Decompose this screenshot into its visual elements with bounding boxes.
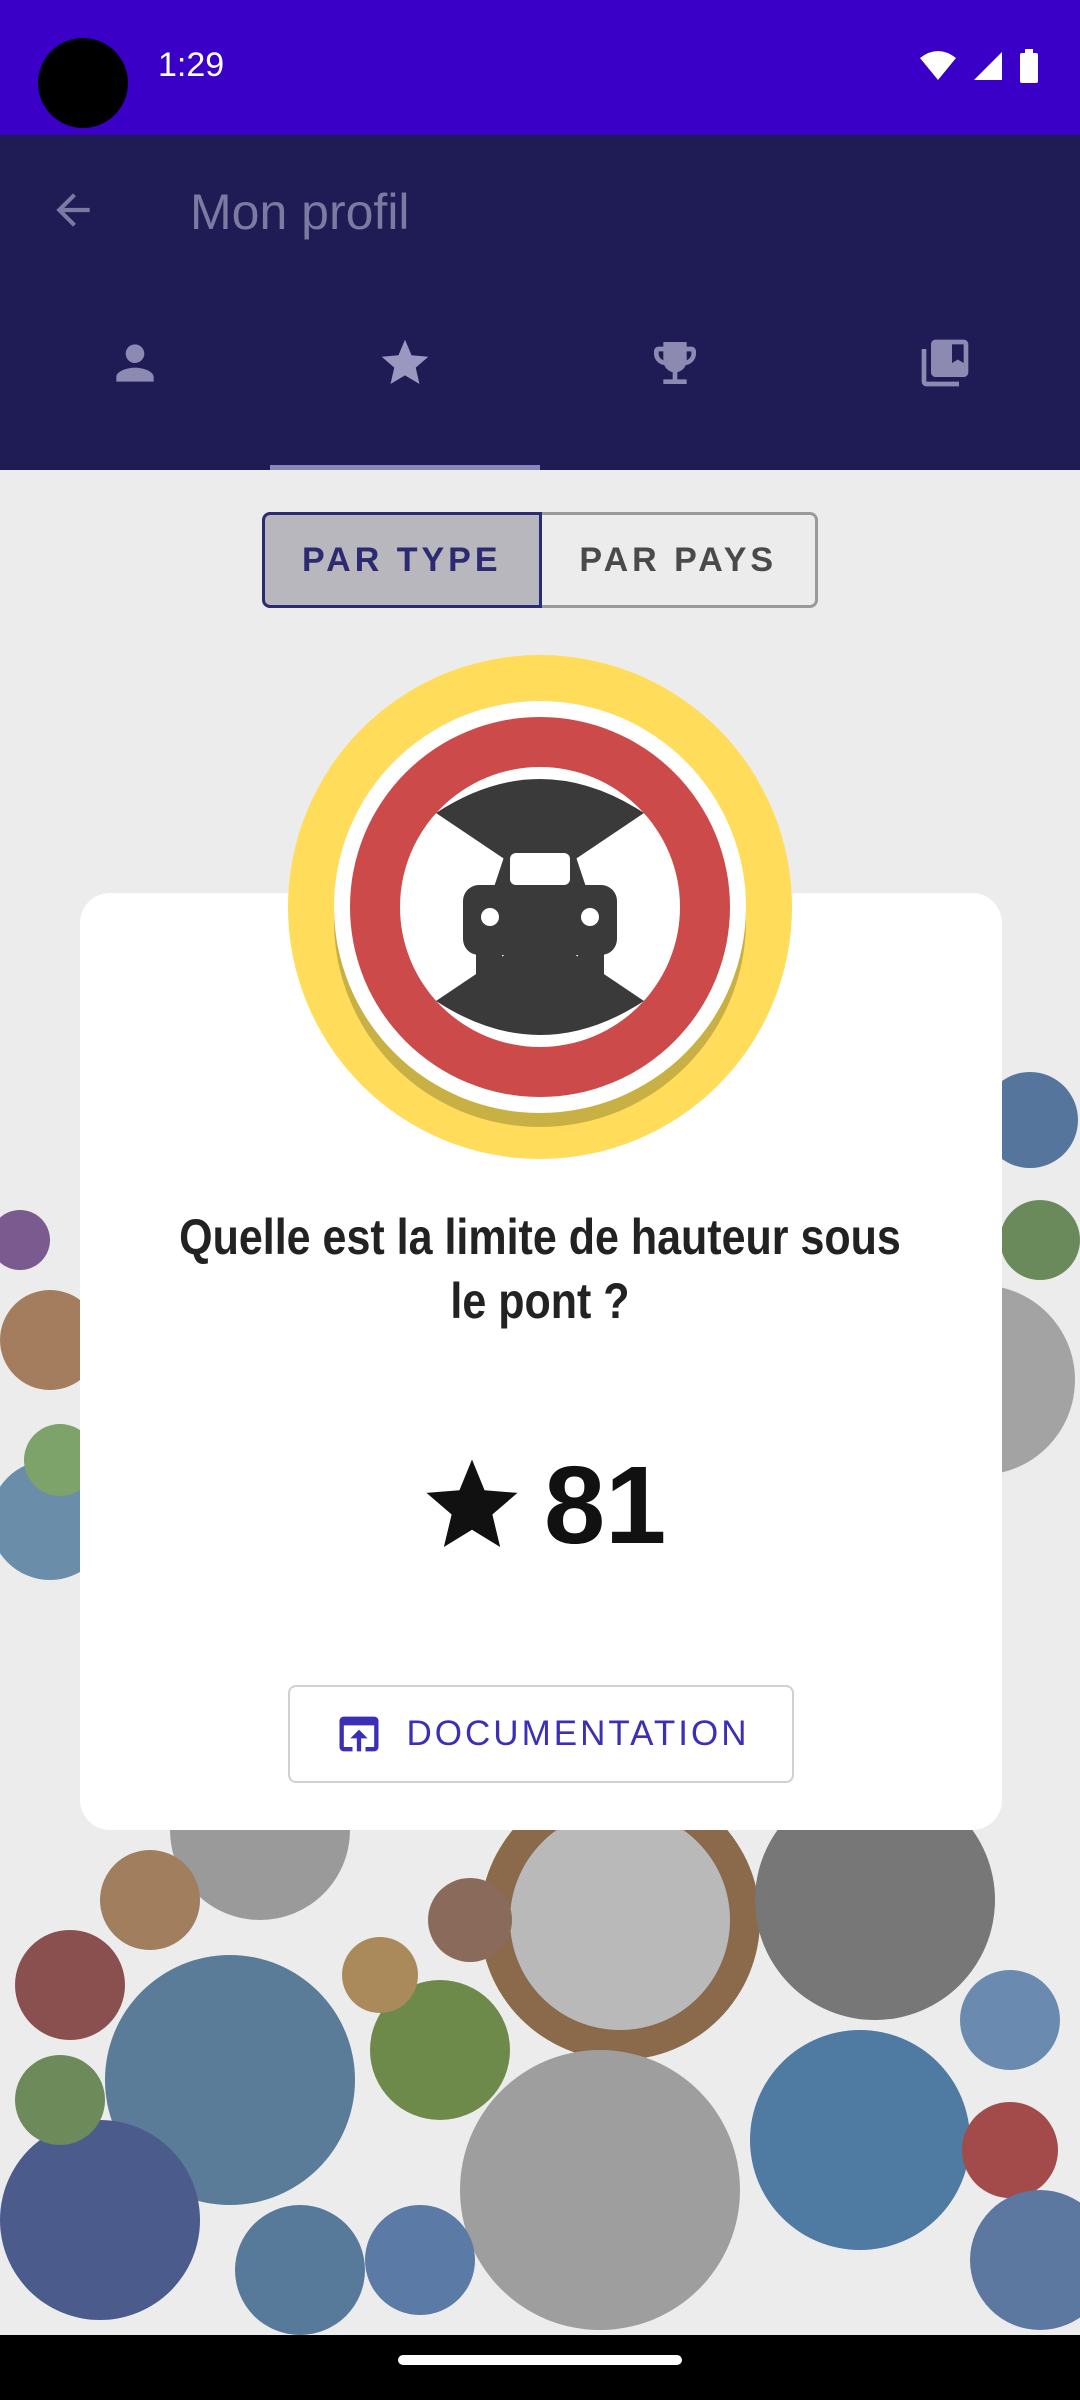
tab-collection[interactable] [810, 335, 1080, 470]
documentation-label: DOCUMENTATION [406, 1714, 750, 1753]
collections-icon [921, 339, 969, 387]
status-bar: 1:29 [0, 0, 1080, 135]
tab-achievements[interactable] [540, 335, 810, 470]
filter-toggle-group: PAR TYPE PAR PAYS [262, 512, 818, 608]
open-in-browser-icon [339, 1716, 379, 1752]
battery-icon [1020, 49, 1038, 83]
star-icon [381, 339, 429, 384]
status-icons [918, 46, 1040, 86]
home-gesture-pill[interactable] [398, 2355, 682, 2365]
camera-cutout [38, 38, 128, 128]
back-arrow-icon[interactable] [48, 185, 98, 235]
page-title: Mon profil [190, 184, 410, 240]
max-height-sign-icon [288, 655, 792, 1159]
status-time: 1:29 [158, 46, 225, 84]
documentation-button[interactable]: DOCUMENTATION [288, 1685, 794, 1783]
tab-stars[interactable] [270, 335, 540, 470]
score-value: 81 [544, 1443, 667, 1567]
person-icon [116, 344, 154, 382]
trophy-icon [654, 342, 696, 384]
wifi-icon [920, 51, 956, 80]
achievement-question: Quelle est la limite de hauteur sous le … [179, 1209, 901, 1329]
tab-profile[interactable] [0, 335, 270, 470]
filter-by-country-button[interactable]: PAR PAYS [541, 512, 818, 608]
tab-indicator [270, 465, 540, 470]
app-bar: Mon profil [0, 135, 1080, 470]
signal-icon [974, 52, 1002, 80]
score-display: 81 [420, 1444, 666, 1567]
navigation-bar [0, 2335, 1080, 2400]
filter-by-type-button[interactable]: PAR TYPE [262, 512, 542, 608]
star-icon [426, 1459, 518, 1548]
